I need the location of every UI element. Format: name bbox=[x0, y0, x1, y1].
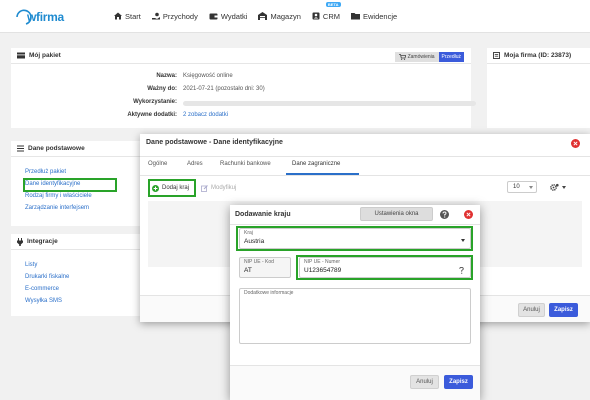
modify-label: Modyfikuj bbox=[211, 185, 237, 191]
nav-start[interactable]: Start bbox=[114, 9, 141, 23]
orders-button-label: Zamówienia bbox=[407, 54, 435, 60]
vat-code-value: AT bbox=[244, 267, 252, 274]
close-icon[interactable] bbox=[571, 139, 580, 148]
per-page-select[interactable]: 10 bbox=[507, 181, 537, 193]
income-hand-icon bbox=[151, 12, 160, 20]
tab-bank-accounts[interactable]: Rachunki bankowe bbox=[220, 161, 271, 167]
link-company-type-owners[interactable]: Rodzaj firmy i właściciele bbox=[25, 193, 92, 199]
integrations-title: Integracje bbox=[27, 238, 58, 245]
basic-data-panel: Dane podstawowe Przedłuż pakiet Dane ide… bbox=[11, 141, 140, 226]
window-settings-button[interactable]: Ustawienia okna bbox=[360, 207, 433, 221]
country-select-highlight bbox=[236, 226, 473, 251]
usage-label: Wykorzystanie: bbox=[133, 99, 177, 105]
settings-menu-button[interactable] bbox=[550, 182, 566, 192]
add-country-dialog-title: Dodawanie kraju bbox=[235, 211, 291, 218]
list-icon bbox=[17, 145, 24, 152]
basic-data-header: Dane podstawowe bbox=[11, 141, 140, 157]
usage-progress-bar bbox=[183, 101, 476, 106]
integrations-header: Integracje bbox=[11, 234, 140, 250]
add-country-header-divider bbox=[230, 224, 480, 225]
nav-ewidencje-label: Ewidencje bbox=[363, 11, 398, 21]
my-package-title: Mój pakiet bbox=[29, 52, 61, 59]
additional-info-label: Dodatkowe informacje bbox=[244, 290, 294, 296]
integrations-panel: Integracje Listy Drukarki fiskalne E-com… bbox=[11, 234, 140, 316]
wfirma-logo[interactable]: wfirma bbox=[14, 8, 80, 26]
tabs-divider bbox=[140, 175, 590, 176]
vat-number-highlight bbox=[296, 255, 473, 280]
help-icon[interactable] bbox=[440, 210, 449, 219]
my-company-panel: Moja firma (ID: 23873) bbox=[487, 48, 590, 128]
company-card-icon bbox=[493, 52, 500, 59]
add-country-cancel-button[interactable]: Anuluj bbox=[410, 375, 439, 389]
nav-crm-label: CRM bbox=[322, 11, 340, 21]
identification-save-button[interactable]: Zapisz bbox=[549, 303, 578, 317]
package-icon bbox=[17, 52, 25, 59]
tab-general[interactable]: Ogólne bbox=[148, 161, 167, 167]
add-country-save-button[interactable]: Zapisz bbox=[444, 375, 473, 389]
logo-text: wfirma bbox=[27, 10, 64, 24]
link-letters[interactable]: Listy bbox=[25, 262, 37, 268]
valid-until-label: Ważny do: bbox=[147, 86, 177, 92]
nav-start-label: Start bbox=[125, 11, 141, 21]
nav-ewidencje[interactable]: Ewidencje bbox=[351, 9, 397, 23]
my-company-title: Moja firma (ID: 23873) bbox=[504, 52, 572, 59]
chevron-down-icon bbox=[529, 186, 533, 189]
extend-button[interactable]: Przedłuż bbox=[438, 52, 464, 62]
active-addons-row: Aktywne dodatki: 2 zobacz dodatki bbox=[11, 112, 471, 122]
nav-przychody-label: Przychody bbox=[162, 11, 198, 21]
vat-code-label: NIP UE - Kod bbox=[244, 259, 274, 265]
active-addons-link[interactable]: 2 zobacz dodatki bbox=[183, 112, 228, 118]
identification-cancel-button[interactable]: Anuluj bbox=[518, 303, 545, 317]
package-name-label: Nazwa: bbox=[156, 73, 177, 79]
basic-data-title: Dane podstawowe bbox=[28, 145, 85, 152]
edit-icon bbox=[201, 184, 208, 192]
my-package-panel: Mój pakiet Zamówienia Przedłuż Nazwa: Ks… bbox=[11, 48, 476, 128]
close-icon[interactable] bbox=[464, 210, 473, 219]
tab-address[interactable]: Adres bbox=[187, 161, 203, 167]
nav-crm[interactable]: CRM BETA bbox=[312, 2, 341, 23]
nav-magazyn-label: Magazyn bbox=[270, 11, 301, 21]
crm-contact-icon bbox=[312, 12, 320, 20]
nav-wydatki-label: Wydatki bbox=[220, 11, 248, 21]
additional-info-textarea[interactable]: Dodatkowe informacje bbox=[239, 288, 471, 344]
package-name-value: Księgowość online bbox=[183, 73, 233, 79]
gears-icon bbox=[550, 183, 559, 191]
cart-icon bbox=[398, 54, 406, 60]
link-fiscal-printers[interactable]: Drukarki fiskalne bbox=[25, 274, 69, 280]
folder-icon bbox=[351, 13, 360, 20]
crm-beta-badge: BETA bbox=[325, 2, 341, 7]
active-tab-indicator bbox=[286, 173, 359, 175]
link-ecommerce[interactable]: E-commerce bbox=[25, 286, 59, 292]
add-country-highlight bbox=[148, 179, 196, 197]
link-sms[interactable]: Wysyłka SMS bbox=[25, 298, 62, 304]
identification-dialog-title: Dane podstawowe - Dane identyfikacyjne bbox=[146, 139, 283, 146]
per-page-value: 10 bbox=[513, 184, 520, 190]
nav-wydatki[interactable]: Wydatki bbox=[209, 9, 248, 23]
modify-button[interactable]: Modyfikuj bbox=[201, 182, 236, 194]
nav-magazyn[interactable]: Magazyn bbox=[258, 9, 301, 23]
orders-button[interactable]: Zamówienia bbox=[394, 52, 439, 62]
valid-until-value: 2021-07-21 (pozostało dni: 30) bbox=[183, 86, 265, 92]
valid-until-row: Ważny do: 2021-07-21 (pozostało dni: 30) bbox=[11, 86, 471, 96]
usage-row: Wykorzystanie: bbox=[11, 99, 476, 109]
identification-data-highlight bbox=[23, 178, 117, 192]
my-company-header: Moja firma (ID: 23873) bbox=[487, 48, 590, 64]
link-extend-package[interactable]: Przedłuż pakiet bbox=[25, 169, 66, 175]
add-country-dialog-footer: Anuluj Zapisz bbox=[230, 365, 480, 400]
link-interface-management[interactable]: Zarządzanie interfejsem bbox=[25, 205, 89, 211]
package-name-row: Nazwa: Księgowość online bbox=[11, 73, 471, 83]
top-navigation: wfirma Start Przychody Wydatki Magazyn C… bbox=[0, 0, 590, 33]
active-addons-label: Aktywne dodatki: bbox=[127, 112, 177, 118]
wallet-icon bbox=[209, 13, 218, 20]
caret-down-icon bbox=[562, 185, 566, 189]
vat-code-field: NIP UE - Kod AT bbox=[239, 257, 291, 278]
warehouse-icon bbox=[258, 12, 268, 20]
plug-icon bbox=[17, 237, 23, 246]
home-icon bbox=[114, 12, 122, 20]
main-nav: Start Przychody Wydatki Magazyn CRM BETA… bbox=[114, 2, 408, 23]
add-country-dialog: Dodawanie kraju Ustawienia okna Kraj Aus… bbox=[230, 205, 480, 400]
tab-foreign-data[interactable]: Dane zagraniczne bbox=[292, 161, 340, 167]
nav-przychody[interactable]: Przychody bbox=[151, 9, 198, 23]
